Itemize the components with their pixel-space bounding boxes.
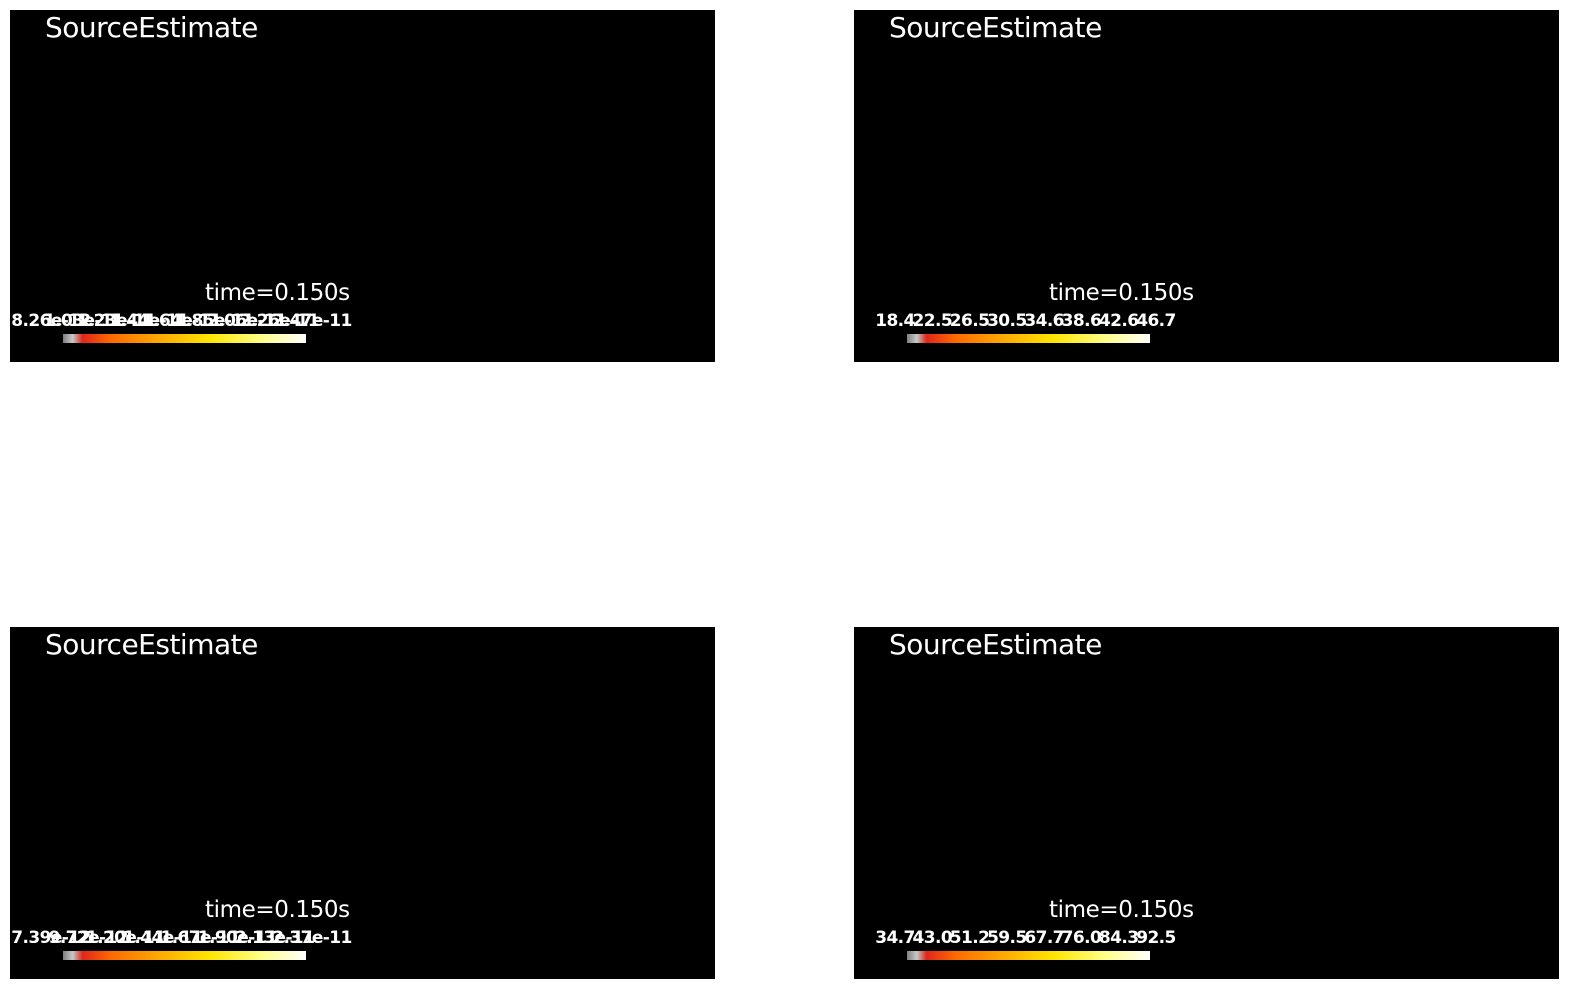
panel-title: SourceEstimate bbox=[45, 628, 258, 661]
colorbar-tick-labels: 7.39e-12 9.72e-12 1.20e-11 1.44e-11 1.67e-11… bbox=[10, 928, 715, 950]
colorbar-tick-label: 76.0 bbox=[1061, 928, 1102, 948]
colorbar-tick-label: 34.7 bbox=[875, 928, 915, 948]
colorbar-tick-labels: 34.7 43.0 51.2 59.5 67.7 76.0 84.3 92.5 bbox=[854, 928, 1559, 950]
colorbar-tick-label: 59.5 bbox=[987, 928, 1027, 948]
panel-title: SourceEstimate bbox=[889, 628, 1102, 661]
colorbar-tick-label: 43.0 bbox=[912, 928, 953, 948]
colorbar-tick-label: 34.6 bbox=[1024, 311, 1064, 331]
colorbar-tick-label: 42.6 bbox=[1098, 311, 1139, 331]
time-label: time=0.150s bbox=[1049, 897, 1194, 923]
colorbar-tick-label: 30.5 bbox=[987, 311, 1027, 331]
colorbar bbox=[63, 951, 306, 960]
brain-view-panel: SourceEstimate time=0.150s 8.26e-12 1.03e… bbox=[10, 10, 715, 362]
panel-title: SourceEstimate bbox=[45, 11, 258, 44]
colorbar bbox=[907, 951, 1150, 960]
colorbar-tick-label: 2.37e-11 bbox=[272, 928, 352, 948]
colorbar-tick-label: 67.7 bbox=[1024, 928, 1064, 948]
brain-view-panel: SourceEstimate time=0.150s 7.39e-12 9.72e… bbox=[10, 627, 715, 979]
colorbar-tick-labels: 8.26e-12 1.03e-11 1.23e-11 1.44e-11 1.64e-11… bbox=[10, 311, 715, 333]
colorbar-tick-label: 38.6 bbox=[1061, 311, 1102, 331]
colorbar bbox=[63, 334, 306, 343]
colorbar-tick-label: 92.5 bbox=[1136, 928, 1176, 948]
colorbar-tick-label: 84.3 bbox=[1098, 928, 1139, 948]
colorbar-tick-label: 2.47e-11 bbox=[272, 311, 352, 331]
time-label: time=0.150s bbox=[205, 897, 350, 923]
brain-view-panel: SourceEstimate time=0.150s 34.7 43.0 51.2 5… bbox=[854, 627, 1559, 979]
colorbar-tick-label: 46.7 bbox=[1136, 311, 1176, 331]
colorbar-tick-label: 18.4 bbox=[875, 311, 915, 331]
colorbar-tick-labels: 18.4 22.5 26.5 30.5 34.6 38.6 42.6 46.7 bbox=[854, 311, 1559, 333]
colorbar-tick-label: 51.2 bbox=[949, 928, 990, 948]
brain-view-panel: SourceEstimate time=0.150s 18.4 22.5 26.5 3… bbox=[854, 10, 1559, 362]
figure-grid: SourceEstimate time=0.150s 8.26e-12 1.03e… bbox=[0, 0, 1569, 990]
colorbar bbox=[907, 334, 1150, 343]
time-label: time=0.150s bbox=[1049, 280, 1194, 306]
colorbar-tick-label: 22.5 bbox=[912, 311, 953, 331]
time-label: time=0.150s bbox=[205, 280, 350, 306]
panel-title: SourceEstimate bbox=[889, 11, 1102, 44]
colorbar-tick-label: 26.5 bbox=[949, 311, 990, 331]
